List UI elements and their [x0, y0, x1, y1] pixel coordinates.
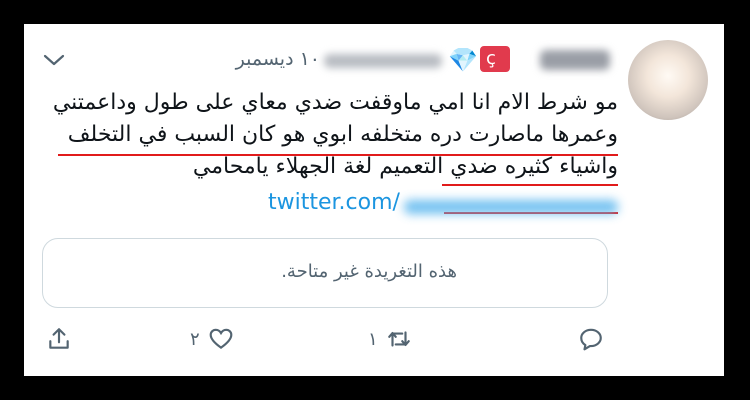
retweet-button[interactable]: ١	[368, 324, 412, 354]
chevron-down-icon[interactable]	[42, 48, 66, 72]
like-icon	[209, 328, 233, 349]
flag-letter: ç	[486, 48, 496, 69]
quoted-tweet-unavailable: هذه التغريدة غير متاحة.	[42, 238, 608, 308]
blurred-link-path[interactable]	[404, 200, 618, 214]
blurred-display-name[interactable]	[540, 50, 610, 70]
tweet-text-line: وعمرها ماصارت دره متخلفه ابوي هو كان الس…	[67, 122, 618, 147]
red-underline	[442, 184, 618, 186]
retweet-icon	[387, 331, 410, 347]
diamond-icon: 💎	[448, 46, 478, 74]
red-underline	[58, 154, 618, 156]
like-button[interactable]: ٢	[190, 324, 234, 354]
tweet-card[interactable]: ç 💎 ١٠ ديسمبر مو شرط الام انا امي ماوقفت…	[24, 24, 724, 376]
reply-button[interactable]	[578, 324, 604, 354]
share-button[interactable]	[46, 324, 72, 354]
tweet-date[interactable]: ١٠ ديسمبر	[200, 48, 320, 70]
share-icon	[49, 328, 69, 349]
like-count: ٢	[190, 328, 200, 350]
tweet-text-line: مو شرط الام انا امي ماوقفت ضدي معاي على …	[52, 90, 618, 115]
flag-emoji: ç	[480, 46, 510, 72]
blurred-handle[interactable]	[324, 54, 442, 68]
unavailable-message: هذه التغريدة غير متاحة.	[281, 261, 457, 282]
retweet-count: ١	[368, 328, 378, 350]
tweet-text-line: واشياء كثيره ضدي التعميم لغة الجهلاء يام…	[192, 154, 618, 179]
avatar[interactable]	[628, 40, 708, 120]
reply-icon	[580, 328, 602, 351]
tweet-link[interactable]: twitter.com/	[268, 190, 400, 215]
